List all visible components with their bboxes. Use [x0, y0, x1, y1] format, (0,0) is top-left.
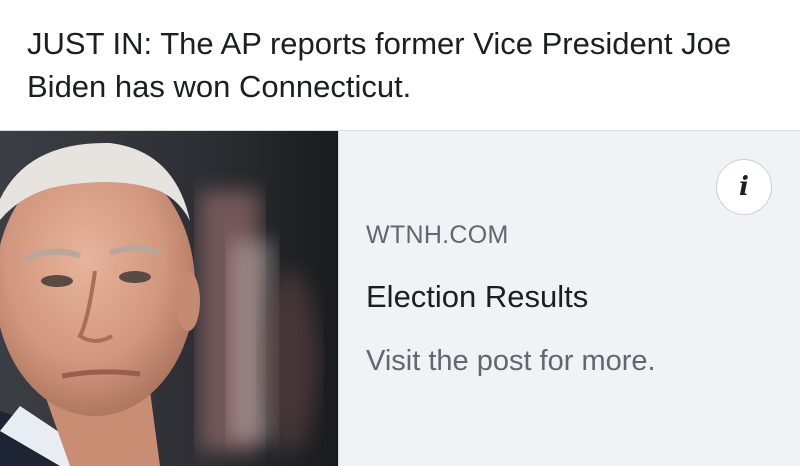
link-description: Visit the post for more.: [366, 345, 656, 377]
portrait-photo: [0, 131, 338, 466]
link-preview-image[interactable]: [0, 131, 338, 466]
info-glyph: i: [739, 172, 749, 202]
link-preview-details[interactable]: i WTNH.COM Election Results Visit the po…: [338, 131, 800, 466]
link-domain: WTNH.COM: [366, 221, 509, 249]
link-preview-card[interactable]: i WTNH.COM Election Results Visit the po…: [0, 130, 800, 466]
info-icon[interactable]: i: [716, 159, 772, 215]
post-text: JUST IN: The AP reports former Vice Pres…: [27, 26, 732, 104]
link-headline[interactable]: Election Results: [366, 279, 588, 315]
